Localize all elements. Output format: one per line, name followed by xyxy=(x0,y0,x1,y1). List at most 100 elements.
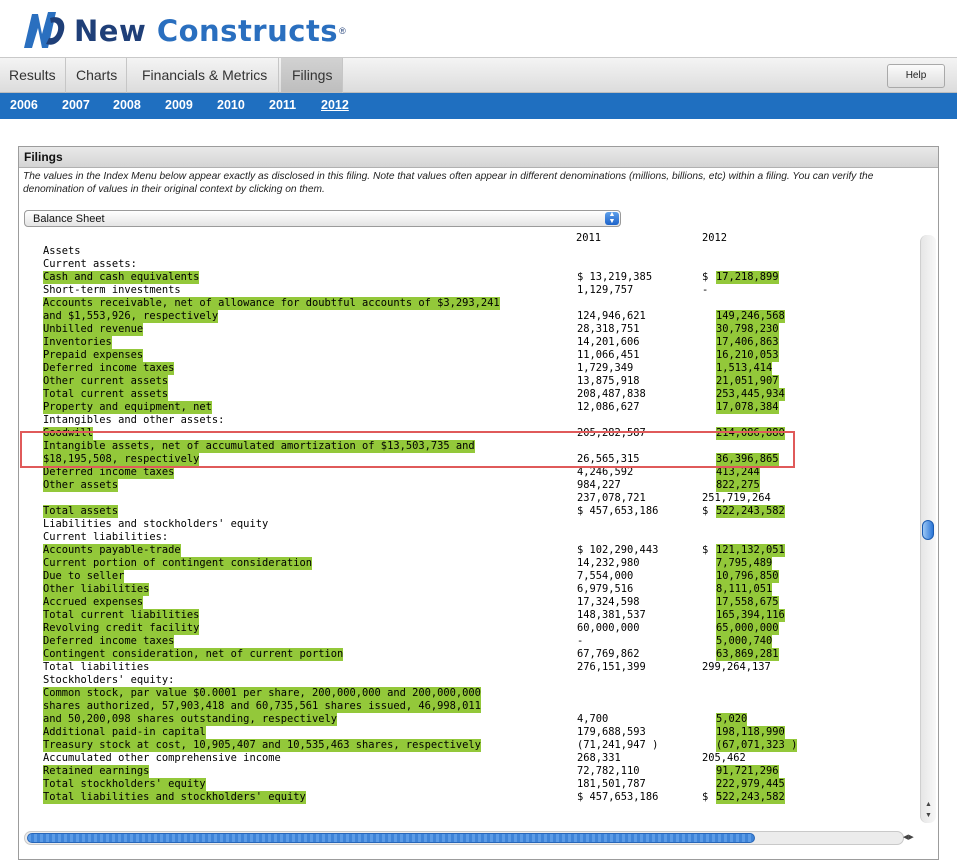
scroll-up-icon[interactable]: ▲ xyxy=(921,800,936,810)
row-label[interactable]: and $1,553,926, respectively xyxy=(43,310,219,323)
value-2012[interactable]: 413,244 xyxy=(716,466,760,479)
vertical-scroll-thumb[interactable] xyxy=(922,520,934,540)
value-2012[interactable]: 30,798,230 xyxy=(716,323,779,336)
row-label[interactable]: Goodwill xyxy=(43,427,94,440)
vertical-scrollbar[interactable]: ▲ ▼ xyxy=(920,235,936,823)
row-label[interactable]: and 50,200,098 shares outstanding, respe… xyxy=(43,713,338,726)
row-label[interactable]: Common stock, par value $0.0001 per shar… xyxy=(43,687,481,700)
currency-symbol: $ xyxy=(702,271,709,283)
row-label[interactable]: Deferred income taxes xyxy=(43,466,175,479)
row-label[interactable]: Accounts payable-trade xyxy=(43,544,181,557)
year-link-2011[interactable]: 2011 xyxy=(269,93,296,119)
row-label[interactable]: shares authorized, 57,903,418 and 60,735… xyxy=(43,700,481,713)
value-2012[interactable]: 214,086,880 xyxy=(716,427,785,440)
table-row: Accrued expenses 17,324,598 17,558,675 xyxy=(19,596,916,609)
value-2012[interactable]: 17,558,675 xyxy=(716,596,779,609)
help-button[interactable]: Help xyxy=(887,64,945,88)
row-label[interactable]: Retained earnings xyxy=(43,765,150,778)
value-2012[interactable]: 822,275 xyxy=(716,479,760,492)
panel-title: Filings xyxy=(19,147,938,168)
row-label[interactable]: Additional paid-in capital xyxy=(43,726,206,739)
value-2012[interactable]: 149,246,568 xyxy=(716,310,785,323)
row-label[interactable]: Total liabilities and stockholders' equi… xyxy=(43,791,306,804)
year-link-2012[interactable]: 2012 xyxy=(321,93,349,119)
row-label[interactable]: Total current liabilities xyxy=(43,609,200,622)
value-2012[interactable]: 36,396,865 xyxy=(716,453,779,466)
year-link-2009[interactable]: 2009 xyxy=(165,93,193,119)
year-link-2008[interactable]: 2008 xyxy=(113,93,141,119)
tab-filings[interactable]: Filings xyxy=(281,58,343,93)
value-2012[interactable]: 5,000,740 xyxy=(716,635,773,648)
row-label[interactable]: Total current assets xyxy=(43,388,169,401)
row-label[interactable]: $18,195,508, respectively xyxy=(43,453,200,466)
value-2012[interactable]: 16,210,053 xyxy=(716,349,779,362)
row-label[interactable]: Other current assets xyxy=(43,375,169,388)
value-2012[interactable]: 7,795,489 xyxy=(716,557,773,570)
row-label[interactable]: Accounts receivable, net of allowance fo… xyxy=(43,297,500,310)
tab-charts[interactable]: Charts xyxy=(67,58,128,93)
value-2012[interactable]: 17,078,384 xyxy=(716,401,779,414)
statement-select[interactable]: Balance Sheet ▲ ▼ xyxy=(24,210,621,227)
row-label[interactable]: Other assets xyxy=(43,479,119,492)
value-2011: 11,066,451 xyxy=(577,349,640,361)
tab-financials-metrics[interactable]: Financials & Metrics xyxy=(131,58,280,93)
value-2012[interactable]: 17,406,863 xyxy=(716,336,779,349)
year-link-2006[interactable]: 2006 xyxy=(10,93,38,119)
year-link-2010[interactable]: 2010 xyxy=(217,93,245,119)
row-label[interactable]: Due to seller xyxy=(43,570,125,583)
row-label[interactable]: Total assets xyxy=(43,505,119,518)
table-row: Revolving credit facility 60,000,000 65,00… xyxy=(19,622,916,635)
logo[interactable]: New Constructs ® xyxy=(22,6,346,56)
row-label[interactable]: Cash and cash equivalents xyxy=(43,271,200,284)
table-row: and $1,553,926, respectively 124,946,621 1… xyxy=(19,310,916,323)
row-label[interactable]: Revolving credit facility xyxy=(43,622,200,635)
row-label[interactable]: Inventories xyxy=(43,336,112,349)
table-row: Other current assets 13,875,918 21,051,907 xyxy=(19,375,916,388)
tab-results[interactable]: Results xyxy=(0,58,66,93)
row-label[interactable]: Total stockholders' equity xyxy=(43,778,206,791)
row-label[interactable]: Other liabilities xyxy=(43,583,150,596)
row-label[interactable]: Prepaid expenses xyxy=(43,349,144,362)
value-2012[interactable]: 1,513,414 xyxy=(716,362,773,375)
value-2012[interactable]: 65,000,000 xyxy=(716,622,779,635)
scroll-down-icon[interactable]: ▼ xyxy=(921,811,936,821)
value-2012[interactable]: 21,051,907 xyxy=(716,375,779,388)
row-label[interactable]: Intangible assets, net of accumulated am… xyxy=(43,440,475,453)
value-2012[interactable]: 522,243,582 xyxy=(716,791,785,804)
row-label[interactable]: Deferred income taxes xyxy=(43,635,175,648)
row-label[interactable]: Deferred income taxes xyxy=(43,362,175,375)
value-2012[interactable]: 198,118,990 xyxy=(716,726,785,739)
scroll-right-icon[interactable]: ▶ xyxy=(908,834,913,841)
table-row: Contingent consideration, net of current… xyxy=(19,648,916,661)
value-2012[interactable]: (67,071,323 ) xyxy=(716,739,798,752)
value-2011: 148,381,537 xyxy=(577,609,646,621)
value-2012[interactable]: 222,979,445 xyxy=(716,778,785,791)
select-arrows-icon: ▲ ▼ xyxy=(605,211,619,225)
row-label[interactable]: Property and equipment, net xyxy=(43,401,212,414)
horizontal-scroll-buttons[interactable]: ◀▶ xyxy=(903,831,923,845)
horizontal-scrollbar[interactable] xyxy=(24,831,904,845)
value-2012[interactable]: 10,796,850 xyxy=(716,570,779,583)
row-label[interactable]: Unbilled revenue xyxy=(43,323,144,336)
value-2012[interactable]: 165,394,116 xyxy=(716,609,785,622)
row-label: Accumulated other comprehensive income xyxy=(43,752,281,764)
value-2012[interactable]: 8,111,051 xyxy=(716,583,773,596)
value-2012[interactable]: 121,132,051 xyxy=(716,544,785,557)
table-row: Total stockholders' equity 181,501,787 222… xyxy=(19,778,916,791)
value-2012[interactable]: 522,243,582 xyxy=(716,505,785,518)
value-2012[interactable]: 91,721,296 xyxy=(716,765,779,778)
table-row: Retained earnings 72,782,110 91,721,296 xyxy=(19,765,916,778)
value-2012[interactable]: 253,445,934 xyxy=(716,388,785,401)
value-2012[interactable]: 5,020 xyxy=(716,713,748,726)
value-2012[interactable]: 17,218,899 xyxy=(716,271,779,284)
value-2012[interactable]: 63,869,281 xyxy=(716,648,779,661)
row-label[interactable]: Accrued expenses xyxy=(43,596,144,609)
horizontal-scroll-thumb[interactable] xyxy=(27,833,755,843)
row-label[interactable]: Current portion of contingent considerat… xyxy=(43,557,312,570)
year-bar: 2006 2007 2008 2009 2010 2011 2012 xyxy=(0,93,957,119)
row-label[interactable]: Treasury stock at cost, 10,905,407 and 1… xyxy=(43,739,481,752)
year-link-2007[interactable]: 2007 xyxy=(62,93,90,119)
row-label[interactable]: Contingent consideration, net of current… xyxy=(43,648,344,661)
table-row: Current portion of contingent considerat… xyxy=(19,557,916,570)
value-2011: 124,946,621 xyxy=(577,310,646,322)
